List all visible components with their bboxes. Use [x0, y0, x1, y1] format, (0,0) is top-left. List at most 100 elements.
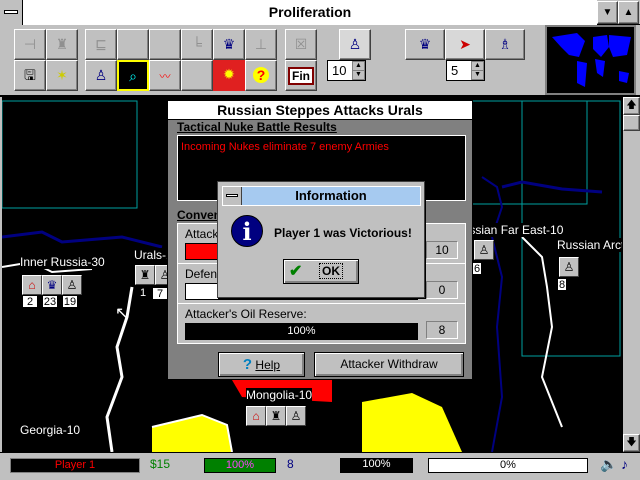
minimize-button[interactable]: ▼ [597, 1, 618, 24]
diplomat-icon: ♗ [498, 36, 512, 52]
territory-label[interactable]: Russian Arctic [557, 238, 622, 252]
missile-launcher-icon: ♛ [418, 36, 432, 52]
system-menu-button[interactable] [223, 187, 242, 205]
unit-count: 8 [557, 278, 567, 291]
tool-a-button[interactable]: ⊑ [85, 29, 117, 60]
oil-derrick-icon[interactable]: ♜ [135, 265, 155, 285]
world-map-icon [547, 27, 634, 93]
battle-dialog-title: Russian Steppes Attacks Urals [168, 101, 472, 120]
world-minimap[interactable] [545, 25, 636, 95]
cross-icon: ☒ [294, 36, 308, 52]
soldier-icon[interactable]: ♙ [474, 240, 494, 260]
soldier-icon: ♙ [348, 36, 362, 52]
chart-icon: 〰 [159, 71, 171, 83]
launcher-button[interactable]: ♛ [213, 29, 245, 60]
nuke-button[interactable]: ✹ [213, 60, 245, 91]
tool-d-button[interactable]: ⊥ [245, 29, 277, 60]
factory-icon[interactable]: ⌂ [246, 406, 266, 426]
window-title: Proliferation [23, 0, 597, 25]
missile-launcher-icon: ♛ [222, 36, 236, 52]
speaker-icon[interactable]: 🔈 [600, 456, 617, 473]
progress-percent: 0% [428, 458, 588, 473]
atom-icon: ✹ [223, 66, 235, 82]
up-arrow-icon: ▲ [623, 7, 634, 18]
spinner-down-icon[interactable]: ▼ [352, 70, 365, 80]
soldier-icon[interactable]: ♙ [559, 257, 579, 277]
player-name: Player 1 [10, 458, 140, 473]
unit-count: 6 [472, 262, 482, 275]
soldier-icon[interactable]: ♙ [286, 406, 306, 426]
unit-count: 7 [152, 287, 168, 300]
diplomat-button[interactable]: ♗ [485, 29, 525, 60]
build-road-button[interactable]: ⊣ [14, 29, 46, 60]
new-document-button[interactable]: ✶ [46, 60, 78, 91]
oil-count: 8 [287, 457, 294, 471]
system-menu-button[interactable] [0, 0, 23, 25]
army-spinner[interactable]: 10 ▲ ▼ [327, 60, 366, 81]
missile-launcher-icon[interactable]: ♛ [42, 275, 62, 295]
system-menu-icon [226, 194, 238, 197]
silo-button[interactable]: ♛ [405, 29, 445, 60]
document-icon: ✶ [56, 67, 68, 83]
title-bar: Proliferation ▼ ▲ [0, 0, 640, 25]
scroll-down-button[interactable]: 🡇 [623, 434, 640, 452]
steps-icon: ⊑ [95, 36, 107, 52]
system-menu-icon [4, 10, 18, 14]
territory-label[interactable]: Mongolia-10 [246, 388, 313, 402]
mouse-cursor-icon: ↖ [115, 305, 129, 322]
question-icon: ? [242, 356, 253, 373]
vertical-scrollbar[interactable]: 🡅 🡇 [622, 97, 640, 452]
finish-turn-button[interactable]: Fin [285, 60, 317, 91]
army-count: 10 [332, 63, 347, 78]
ok-label: OK [319, 263, 343, 279]
unit-count: 23 [42, 295, 58, 308]
attacker-withdraw-button[interactable]: Attacker Withdraw [314, 352, 464, 377]
missile-button[interactable]: ➤ [445, 29, 485, 60]
soldier-icon[interactable]: ♙ [62, 275, 82, 295]
oil-reserve-label: Attacker's Oil Reserve: [185, 307, 307, 321]
scroll-up-button[interactable]: 🡅 [623, 97, 640, 115]
zoom-button[interactable]: ⌕ [117, 60, 149, 91]
money: $15 [150, 457, 171, 471]
oil-derrick-icon[interactable]: ♜ [266, 406, 286, 426]
oil-reserve-bar: 100% [185, 323, 418, 340]
road-icon: ⊣ [23, 36, 37, 52]
help-button[interactable]: ? Help [218, 352, 305, 377]
army-button[interactable]: ♙ [339, 29, 371, 60]
save-button[interactable]: 🖫 [14, 60, 46, 91]
production-percent: 100% [204, 458, 276, 473]
graph-button[interactable]: 〰 [149, 60, 181, 91]
info-message: Player 1 was Victorious! [274, 226, 412, 240]
status-bar: Player 1 $15 100% 8 100% 0% 🔈 ♪ [0, 452, 640, 480]
missile-icon: ➤ [459, 36, 471, 52]
build-oil-button[interactable]: ♜ [46, 29, 78, 60]
info-title: Information [295, 188, 367, 203]
add-soldier-icon: ♙ [94, 67, 108, 83]
territory-label[interactable]: Georgia-10 [20, 423, 81, 437]
factory-icon[interactable]: ⌂ [22, 275, 42, 295]
scroll-thumb[interactable] [623, 115, 640, 131]
building-button[interactable]: ╘ [181, 29, 213, 60]
tool-c-button[interactable] [149, 29, 181, 60]
music-note-icon[interactable]: ♪ [621, 456, 628, 472]
maximize-button[interactable]: ▲ [618, 1, 639, 24]
help-label: Help [255, 358, 281, 372]
unit-count: 1 [135, 287, 151, 300]
disabled-button[interactable]: ☒ [285, 29, 317, 60]
attacker-strength-value: 10 [426, 241, 458, 259]
nukes-spinner[interactable]: 5 ▲ ▼ [446, 60, 485, 81]
unit-count: 2 [22, 295, 38, 308]
territory-label[interactable]: Inner Russia-30 [20, 255, 105, 269]
ok-button[interactable]: ✔ OK [283, 259, 359, 284]
add-army-button[interactable]: ♙ [85, 60, 117, 91]
spinner-down-icon[interactable]: ▼ [471, 70, 484, 80]
tool-e-button[interactable] [181, 60, 213, 91]
tool-b-button[interactable] [117, 29, 149, 60]
info-title-bar: Information [222, 186, 421, 206]
save-disk-icon: 🖫 [24, 67, 36, 83]
down-arrow-icon: 🡇 [626, 437, 637, 448]
toolbar: ⊣ ♜ 🖫 ✶ ⊑ ╘ ♛ ⊥ ♙ ⌕ 〰 ✹ ? ☒ Fin ♙ 10 ▲ ▼ ♛… [0, 25, 640, 97]
info-icon: i [231, 215, 263, 247]
help-button[interactable]: ? [245, 60, 277, 91]
oil-derrick-icon: ♜ [55, 36, 69, 52]
